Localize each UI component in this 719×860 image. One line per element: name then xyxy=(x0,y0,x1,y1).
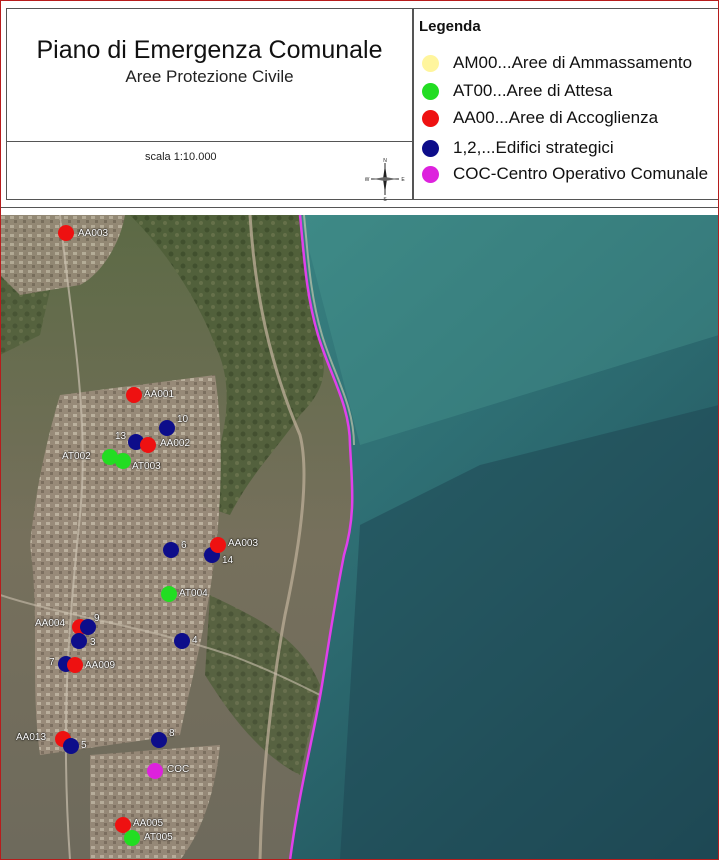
marker-aa003-east[interactable] xyxy=(210,537,226,553)
marker-e6[interactable] xyxy=(163,542,179,558)
marker-label-aa003-north: AA003 xyxy=(78,228,109,239)
legend-item-attesa: AT00...Aree di Attesa xyxy=(422,80,612,102)
compass-rose-icon: N S E W xyxy=(365,158,405,201)
marker-at004[interactable] xyxy=(161,586,177,602)
marker-aa003-north[interactable] xyxy=(58,225,74,241)
legend-dot-icon xyxy=(422,139,439,157)
marker-label-e13: 13 xyxy=(115,431,127,442)
legend-title: Legenda xyxy=(419,18,481,35)
marker-label-e14: 14 xyxy=(222,555,234,566)
legend-dot-icon xyxy=(422,109,439,127)
marker-label-aa005: AA005 xyxy=(133,818,164,829)
marker-label-aa003-east: AA003 xyxy=(228,538,259,549)
marker-e4[interactable] xyxy=(174,633,190,649)
page-subtitle: Aree Protezione Civile xyxy=(125,67,294,86)
legend-item-coc: COC-Centro Operativo Comunale xyxy=(422,163,708,185)
aerial-map[interactable]: AA003 AA001 10 13 AA002 AT002 AT003 6 14 AA003 AT0… xyxy=(0,215,719,860)
marker-label-e8: 8 xyxy=(169,728,175,739)
marker-at003[interactable] xyxy=(115,453,131,469)
marker-label-e7: 7 xyxy=(49,657,55,668)
marker-e10[interactable] xyxy=(159,420,175,436)
legend-label: 1,2,...Edifici strategici xyxy=(453,138,614,157)
marker-e5[interactable] xyxy=(63,738,79,754)
legend-label: AM00...Aree di Ammassamento xyxy=(453,53,693,72)
legend-label: AT00...Aree di Attesa xyxy=(453,81,613,100)
marker-label-coc: COC xyxy=(167,764,190,775)
legend-dot-icon xyxy=(422,165,439,183)
marker-label-e10: 10 xyxy=(177,414,189,425)
legend-item-edifici: 1,2,...Edifici strategici xyxy=(422,137,614,159)
marker-label-e5: 5 xyxy=(81,740,87,751)
compass-w-label: W xyxy=(365,177,370,183)
marker-coc[interactable] xyxy=(147,763,163,779)
marker-label-at003: AT003 xyxy=(132,461,161,472)
legend-item-accoglienza: AA00...Aree di Accoglienza xyxy=(422,107,658,129)
compass-n-label: N xyxy=(383,158,387,164)
legend-label: AA00...Aree di Accoglienza xyxy=(453,108,659,127)
marker-aa001[interactable] xyxy=(126,387,142,403)
map-page: Piano di Emergenza Comunale Aree Protezi… xyxy=(0,0,719,860)
marker-e3[interactable] xyxy=(71,633,87,649)
marker-label-e9: 9 xyxy=(94,613,100,624)
scale-label: scala 1:10.000 xyxy=(145,151,217,163)
legend: Legenda AM00...Aree di Ammassamento AT00… xyxy=(413,8,719,200)
compass-s-label: S xyxy=(383,197,387,201)
title-divider xyxy=(7,141,412,142)
marker-label-aa009: AA009 xyxy=(85,660,116,671)
marker-label-e4: 4 xyxy=(192,635,198,646)
marker-label-at002: AT002 xyxy=(62,451,91,462)
legend-dot-icon xyxy=(422,54,439,72)
aerial-photo xyxy=(0,215,719,860)
marker-label-e3: 3 xyxy=(90,637,96,648)
compass-e-label: E xyxy=(401,177,405,183)
page-title: Piano di Emergenza Comunale xyxy=(36,36,383,64)
legend-item-ammassamento: AM00...Aree di Ammassamento xyxy=(422,52,692,74)
marker-label-aa004: AA004 xyxy=(35,618,66,629)
marker-label-aa001: AA001 xyxy=(144,389,175,400)
marker-at005[interactable] xyxy=(124,830,140,846)
marker-label-e6: 6 xyxy=(181,540,187,551)
marker-aa009[interactable] xyxy=(67,657,83,673)
marker-label-at005: AT005 xyxy=(144,832,173,843)
marker-label-aa013: AA013 xyxy=(16,732,47,743)
legend-dot-icon xyxy=(422,82,439,100)
legend-label: COC-Centro Operativo Comunale xyxy=(453,164,709,183)
header-divider xyxy=(0,207,719,208)
marker-label-at004: AT004 xyxy=(179,588,208,599)
marker-label-aa002: AA002 xyxy=(160,438,191,449)
marker-aa002[interactable] xyxy=(140,437,156,453)
marker-e8[interactable] xyxy=(151,732,167,748)
title-block: Piano di Emergenza Comunale Aree Protezi… xyxy=(6,8,413,201)
